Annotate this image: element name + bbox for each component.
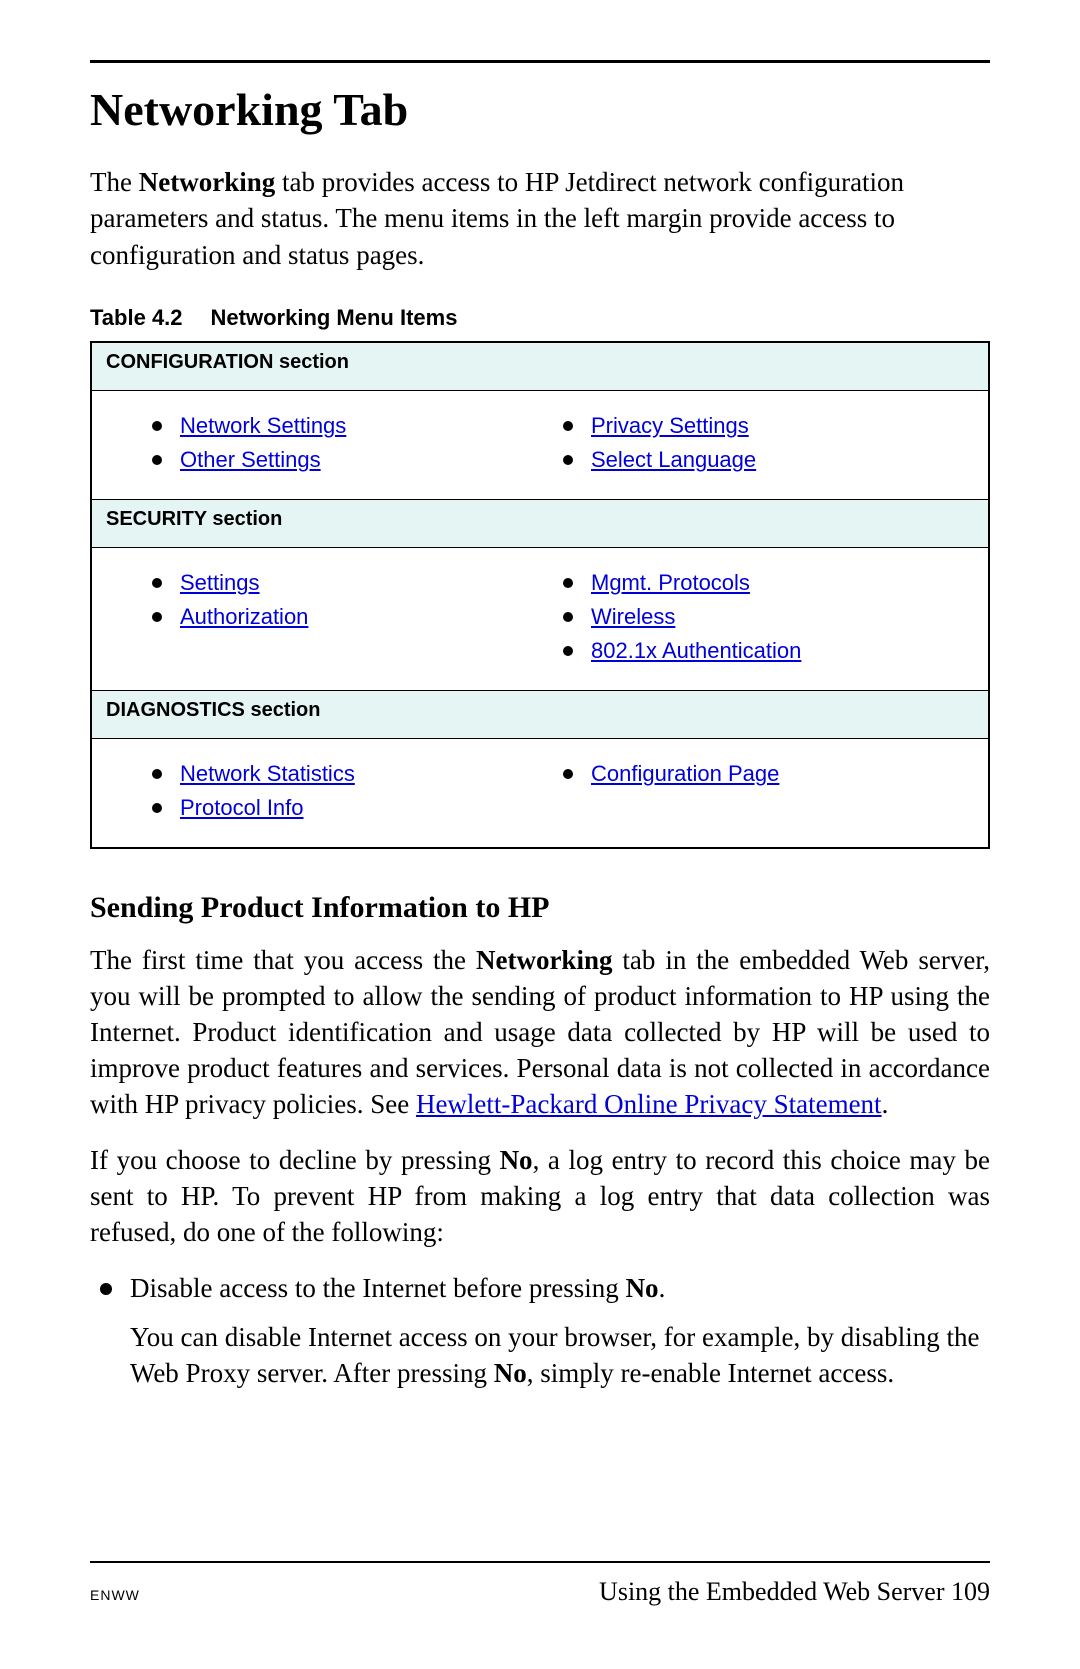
top-rule [90, 60, 990, 63]
section-header-configuration: CONFIGURATION section [92, 343, 988, 390]
page-title: Networking Tab [90, 83, 990, 136]
list-item: Mgmt. Protocols [563, 570, 974, 596]
section-header-diagnostics: DIAGNOSTICS section [92, 691, 988, 738]
list-item: Wireless [563, 604, 974, 630]
list-item: 802.1x Authentication [563, 638, 974, 664]
list-item: Settings [152, 570, 563, 596]
link-network-settings[interactable]: Network Settings [180, 413, 346, 438]
intro-paragraph: The Networking tab provides access to HP… [90, 164, 990, 273]
body-bullet-item: Disable access to the Internet before pr… [100, 1271, 990, 1307]
table-title: Networking Menu Items [211, 305, 458, 330]
link-hp-privacy-statement[interactable]: Hewlett-Packard Online Privacy Statement [416, 1089, 882, 1119]
list-item: Authorization [152, 604, 563, 630]
link-select-language[interactable]: Select Language [591, 447, 756, 472]
link-other-settings[interactable]: Other Settings [180, 447, 321, 472]
link-configuration-page[interactable]: Configuration Page [591, 761, 779, 786]
body-paragraph-1: The first time that you access the Netwo… [90, 943, 990, 1123]
link-authorization[interactable]: Authorization [180, 604, 308, 629]
intro-bold: Networking [139, 167, 276, 197]
link-wireless[interactable]: Wireless [591, 604, 675, 629]
link-mgmt-protocols[interactable]: Mgmt. Protocols [591, 570, 750, 595]
link-privacy-settings[interactable]: Privacy Settings [591, 413, 749, 438]
list-item: Select Language [563, 447, 974, 473]
list-item: Protocol Info [152, 795, 563, 821]
body-paragraph-2: If you choose to decline by pressing No,… [90, 1143, 990, 1251]
footer-left: ENWW [90, 1587, 140, 1603]
subheading: Sending Product Information to HP [90, 891, 990, 925]
body-bullet-list: Disable access to the Internet before pr… [90, 1271, 990, 1307]
page-footer: ENWW Using the Embedded Web Server 109 [90, 1561, 990, 1607]
link-network-statistics[interactable]: Network Statistics [180, 761, 355, 786]
list-item: Network Statistics [152, 761, 563, 787]
table-number: Table 4.2 [90, 305, 183, 330]
link-protocol-info[interactable]: Protocol Info [180, 795, 304, 820]
section-header-security: SECURITY section [92, 500, 988, 547]
footer-right: Using the Embedded Web Server 109 [599, 1577, 990, 1607]
list-item: Configuration Page [563, 761, 974, 787]
networking-menu-table: CONFIGURATION section Network Settings O… [90, 341, 990, 849]
intro-pre: The [90, 167, 139, 197]
list-item: Privacy Settings [563, 413, 974, 439]
table-caption: Table 4.2 Networking Menu Items [90, 305, 990, 331]
list-item: Network Settings [152, 413, 563, 439]
list-item: Other Settings [152, 447, 563, 473]
link-8021x-auth[interactable]: 802.1x Authentication [591, 638, 801, 663]
body-subparagraph: You can disable Internet access on your … [130, 1320, 990, 1392]
link-settings[interactable]: Settings [180, 570, 260, 595]
page-number: 109 [951, 1577, 990, 1606]
